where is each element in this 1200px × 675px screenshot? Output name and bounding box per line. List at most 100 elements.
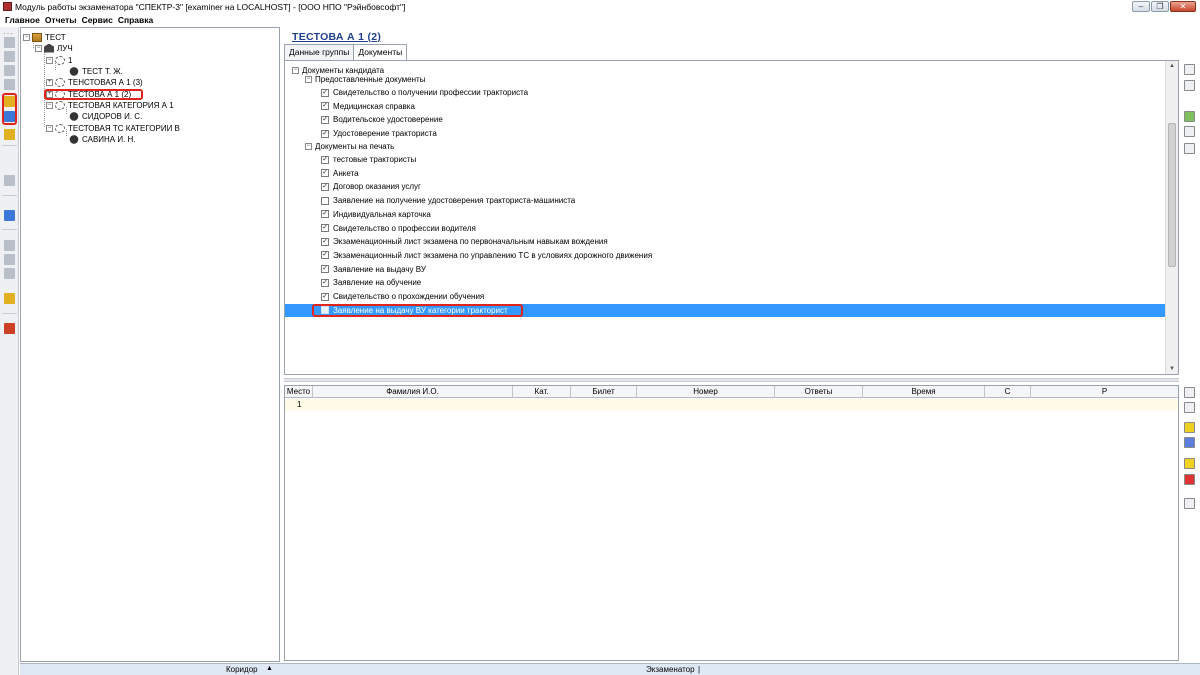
checkbox-checked[interactable]: ✓	[321, 102, 329, 111]
tab-documents[interactable]: Документы	[353, 44, 408, 61]
tree-item-org[interactable]: − ЛУЧ	[35, 43, 73, 53]
open-document-icon[interactable]	[1184, 64, 1195, 75]
network-icon[interactable]	[4, 268, 15, 279]
document-item[interactable]: ✓ Экзаменационный лист экзамена по первон…	[285, 235, 1166, 248]
stop-icon[interactable]	[1184, 474, 1195, 485]
collapse-icon[interactable]: −	[305, 76, 312, 83]
document-item[interactable]: ✓ Экзаменационный лист экзамена по управл…	[285, 249, 1166, 262]
column-header[interactable]: Номер	[637, 386, 775, 398]
checkbox-checked[interactable]: ✓	[321, 292, 329, 301]
close-button[interactable]: ✕	[1170, 1, 1196, 12]
checkbox-checked[interactable]: ✓	[321, 155, 329, 164]
doc-section-provided[interactable]: − Предоставленные документы	[285, 73, 1166, 86]
properties-icon[interactable]	[1184, 498, 1195, 509]
column-header[interactable]: Кат.	[513, 386, 571, 398]
document-item[interactable]: Заявление на получение удостоверения тра…	[285, 194, 1166, 207]
scroll-up-icon[interactable]: ▲	[1166, 61, 1178, 71]
collapse-icon[interactable]: −	[305, 143, 312, 150]
print-preview-icon[interactable]	[1184, 126, 1195, 137]
tree-item-group[interactable]: − ТЕСТОВАЯ КАТЕГОРИЯ А 1	[46, 100, 174, 110]
pencil-icon[interactable]	[4, 37, 15, 48]
exit-icon[interactable]	[4, 323, 15, 334]
column-header[interactable]: Время	[863, 386, 985, 398]
checkbox-checked[interactable]: ✓	[321, 88, 329, 97]
export-icon[interactable]	[1184, 111, 1195, 122]
column-header[interactable]: Билет	[571, 386, 637, 398]
checkbox-checked[interactable]: ✓	[321, 115, 329, 124]
document-item[interactable]: ✓ тестовые трактористы	[285, 153, 1166, 166]
settings-icon[interactable]	[4, 210, 15, 221]
checkbox-checked[interactable]: ✓	[321, 210, 329, 219]
tab-group-data[interactable]: Данные группы	[284, 44, 355, 60]
tree-item-group[interactable]: − 1	[46, 55, 72, 65]
menu-help[interactable]: Справка	[118, 15, 153, 25]
info-icon[interactable]	[1184, 437, 1195, 448]
print-icon[interactable]	[4, 293, 15, 304]
checkbox-checked[interactable]: ✓	[321, 278, 329, 287]
move-up-icon[interactable]	[1184, 387, 1195, 398]
collapse-icon[interactable]: −	[23, 33, 30, 41]
document-item[interactable]: ✓ Анкета	[285, 167, 1166, 180]
restore-button[interactable]: ❐	[1151, 1, 1169, 12]
document-item[interactable]: ✓ Свидетельство о прохождении обучения	[285, 290, 1166, 303]
document-item[interactable]: ✓ Договор оказания услуг	[285, 180, 1166, 193]
expand-icon[interactable]: +	[46, 78, 53, 86]
tree-item-group[interactable]: + ТЕНСТОВАЯ А 1 (3)	[46, 77, 143, 87]
checkbox-checked[interactable]: ✓	[321, 237, 329, 246]
tree-item-person[interactable]: САВИНА И. Н.	[69, 134, 136, 144]
key-icon[interactable]	[4, 129, 15, 140]
table-icon[interactable]	[4, 175, 15, 186]
checkbox-checked[interactable]: ✓	[321, 169, 329, 178]
document-item[interactable]: ✓ Свидетельство о профессии водителя	[285, 222, 1166, 235]
tree-item-root[interactable]: − ТЕСТ	[23, 32, 66, 42]
minimize-button[interactable]: ‒	[1132, 1, 1150, 12]
document-item[interactable]: ✓ Свидетельство о получении профессии тра…	[285, 86, 1166, 99]
tree-item-person[interactable]: ТЕСТ Т. Ж.	[69, 66, 123, 76]
doc-section-print[interactable]: − Документы на печать	[285, 140, 1166, 153]
menu-service[interactable]: Сервис	[82, 15, 113, 25]
grid-icon[interactable]	[4, 254, 15, 265]
column-header[interactable]: Место	[285, 386, 313, 398]
doc-section-label: Предоставленные документы	[315, 75, 426, 84]
edit-group-icon[interactable]	[4, 65, 15, 76]
column-header[interactable]: Фамилия И.О.	[313, 386, 513, 398]
move-icon[interactable]	[4, 79, 15, 90]
checkbox-checked[interactable]: ✓	[321, 224, 329, 232]
column-header[interactable]: Р	[1031, 386, 1178, 398]
column-header[interactable]: Ответы	[775, 386, 863, 398]
column-header[interactable]: С	[985, 386, 1031, 398]
scroll-thumb[interactable]	[1168, 123, 1176, 267]
candidate-title[interactable]: ТЕСТОВА А 1 (2)	[292, 31, 381, 43]
monitor-icon[interactable]	[4, 240, 15, 251]
tree-item-person[interactable]: СИДОРОВ И. С.	[69, 111, 142, 121]
document-item[interactable]: ✓ Медицинская справка	[285, 100, 1166, 113]
checkbox-checked[interactable]: ✓	[321, 129, 329, 138]
document-item[interactable]: ✓ Заявление на выдачу ВУ	[285, 263, 1166, 276]
view-icon[interactable]	[1184, 80, 1195, 91]
collapse-icon[interactable]: −	[46, 56, 53, 64]
checkbox-checked[interactable]: ✓	[321, 182, 329, 191]
document-item[interactable]: ✓ Водительское удостоверение	[285, 113, 1166, 126]
menu-main[interactable]: Главное	[5, 15, 40, 25]
document-item[interactable]: ✓ Заявление на обучение	[285, 276, 1166, 289]
document-item[interactable]: ✓ Индивидуальная карточка	[285, 208, 1166, 221]
refresh-icon[interactable]	[1184, 143, 1195, 154]
pane-splitter[interactable]	[284, 378, 1179, 382]
checkbox-checked[interactable]: ✓	[321, 251, 329, 260]
tree-item-group[interactable]: − ТЕСТОВАЯ ТС КАТЕГОРИИ В	[46, 123, 180, 133]
flag-icon[interactable]	[1184, 422, 1195, 433]
menu-reports[interactable]: Отчеты	[45, 15, 77, 25]
vertical-scrollbar[interactable]: ▲ ▼	[1165, 61, 1178, 374]
run-icon[interactable]	[1184, 458, 1195, 469]
collapse-icon[interactable]: −	[46, 124, 53, 132]
group-icon[interactable]	[4, 51, 15, 62]
table-row[interactable]: 1	[285, 399, 1178, 410]
scroll-down-icon[interactable]: ▼	[1166, 364, 1178, 374]
move-down-icon[interactable]	[1184, 402, 1195, 413]
expand-up-icon[interactable]: ▲	[266, 665, 273, 672]
collapse-icon[interactable]: −	[35, 44, 42, 52]
checkbox-unchecked[interactable]	[321, 196, 329, 205]
checkbox-checked[interactable]: ✓	[321, 265, 329, 274]
document-item[interactable]: ✓ Удостоверение тракториста	[285, 127, 1166, 140]
collapse-icon[interactable]: −	[46, 101, 53, 109]
